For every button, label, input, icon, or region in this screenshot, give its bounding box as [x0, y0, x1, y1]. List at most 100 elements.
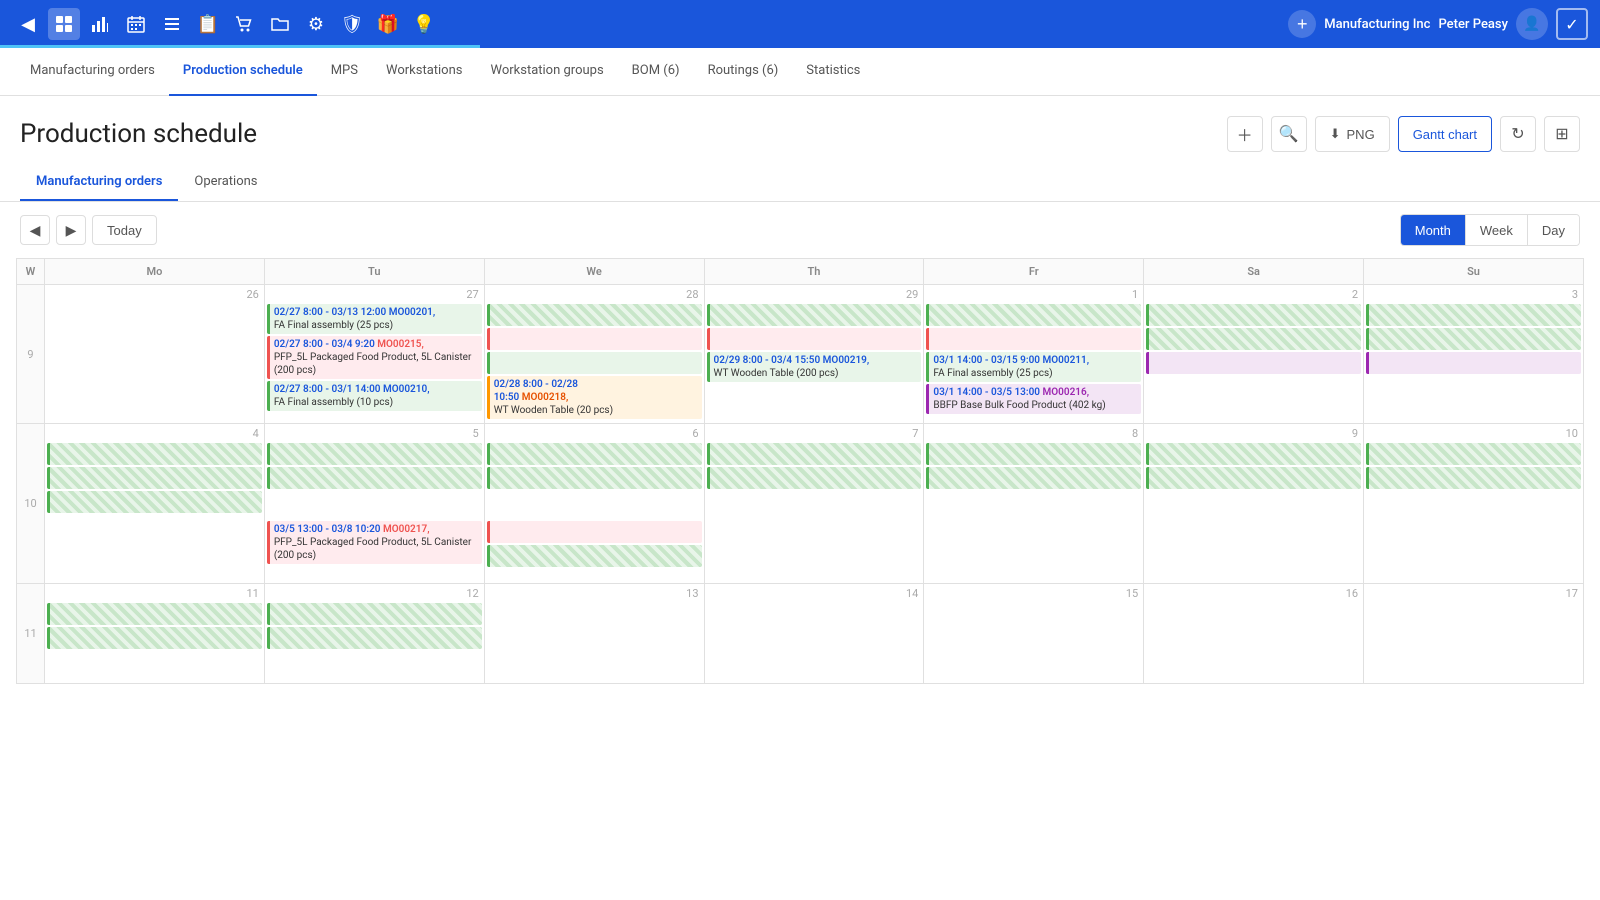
- event-mo00201-sun[interactable]: [1366, 304, 1581, 326]
- event-mo00219-w10-mo[interactable]: [47, 467, 262, 489]
- day-wed-13[interactable]: 13: [484, 584, 704, 684]
- secnav-statistics[interactable]: Statistics: [792, 48, 874, 96]
- book-icon[interactable]: 📋: [192, 8, 224, 40]
- prev-button[interactable]: ◀: [20, 215, 50, 245]
- shield-icon[interactable]: 🛡: [336, 8, 368, 40]
- day-sat-16[interactable]: 16: [1144, 584, 1364, 684]
- event-mo00219[interactable]: 02/29 8:00 - 03/4 15:50 MO00219, WT Wood…: [707, 352, 922, 382]
- day-tue-5[interactable]: 5 03/5 13:00 - 03/8 10:20 MO00217, PFP_5…: [264, 424, 484, 584]
- add-button[interactable]: +: [1288, 10, 1316, 38]
- secnav-workstations[interactable]: Workstations: [372, 48, 477, 96]
- event-mo00201-w11-mo[interactable]: [47, 603, 262, 625]
- event-mo00201-thu[interactable]: [707, 304, 922, 326]
- day-mon-26[interactable]: 26: [45, 285, 265, 424]
- avatar[interactable]: 👤: [1516, 8, 1548, 40]
- week-view-button[interactable]: Week: [1465, 215, 1527, 245]
- add-record-button[interactable]: ＋: [1227, 116, 1263, 152]
- home-icon[interactable]: [48, 8, 80, 40]
- event-mo00211-w10-th[interactable]: [707, 467, 922, 489]
- event-mo00211-w10-we[interactable]: [487, 467, 702, 489]
- refresh-button[interactable]: ↻: [1500, 116, 1536, 152]
- gantt-chart-button[interactable]: Gantt chart: [1398, 116, 1492, 152]
- day-thu-14[interactable]: 14: [704, 584, 924, 684]
- event-mo00201-w10-sa[interactable]: [1146, 443, 1361, 465]
- day-sat-9[interactable]: 9: [1144, 424, 1364, 584]
- event-mo00211-sat[interactable]: [1146, 328, 1361, 350]
- event-mo00201-cont[interactable]: [487, 304, 702, 326]
- cart-icon[interactable]: [228, 8, 260, 40]
- day-tue-12[interactable]: 12: [264, 584, 484, 684]
- event-mo00201-w11-tu[interactable]: [267, 603, 482, 625]
- event-mo00201-fri[interactable]: [926, 304, 1141, 326]
- tab-manufacturing-orders[interactable]: Manufacturing orders: [20, 164, 178, 201]
- export-png-button[interactable]: ⬇ PNG: [1315, 116, 1390, 152]
- event-mo00216-sun[interactable]: [1366, 352, 1581, 374]
- day-sun-17[interactable]: 17: [1364, 584, 1584, 684]
- event-mo00201-sat[interactable]: [1146, 304, 1361, 326]
- day-sun-3[interactable]: 3: [1364, 285, 1584, 424]
- day-mon-11[interactable]: 11: [45, 584, 265, 684]
- event-mo00211-w10-su[interactable]: [1366, 467, 1581, 489]
- event-mo00210[interactable]: 02/27 8:00 - 03/1 14:00 MO00210, FA Fina…: [267, 381, 482, 411]
- secnav-mps[interactable]: MPS: [317, 48, 372, 96]
- event-mo00201-w10-fr[interactable]: [926, 443, 1141, 465]
- secnav-workstation-groups[interactable]: Workstation groups: [476, 48, 617, 96]
- event-mo00217[interactable]: 03/5 13:00 - 03/8 10:20 MO00217, PFP_5L …: [267, 521, 482, 564]
- gift-icon[interactable]: 🎁: [372, 8, 404, 40]
- day-tue-27[interactable]: 27 02/27 8:00 - 03/13 12:00 MO00201, FA …: [264, 285, 484, 424]
- gear-icon[interactable]: ⚙: [300, 8, 332, 40]
- today-button[interactable]: Today: [92, 215, 157, 245]
- event-mo00201-w10-su[interactable]: [1366, 443, 1581, 465]
- event-mo00217-wed[interactable]: [487, 521, 702, 543]
- bulb-icon[interactable]: 💡: [408, 8, 440, 40]
- day-fri-8[interactable]: 8: [924, 424, 1144, 584]
- event-mo00211[interactable]: 03/1 14:00 - 03/15 9:00 MO00211, FA Fina…: [926, 352, 1141, 382]
- event-mo00215[interactable]: 02/27 8:00 - 03/4 9:20 MO00215, PFP_5L P…: [267, 336, 482, 379]
- event-mo00216[interactable]: 03/1 14:00 - 03/5 13:00 MO00216, BBFP Ba…: [926, 384, 1141, 414]
- event-mo00216-sat[interactable]: [1146, 352, 1361, 374]
- secnav-manufacturing-orders[interactable]: Manufacturing orders: [16, 48, 169, 96]
- day-sun-10[interactable]: 10: [1364, 424, 1584, 584]
- event-mo00201-w10-we[interactable]: [487, 443, 702, 465]
- secnav-bom[interactable]: BOM (6): [618, 48, 694, 96]
- secnav-routings[interactable]: Routings (6): [694, 48, 793, 96]
- event-mo00211-w11-tu[interactable]: [267, 627, 482, 649]
- search-button[interactable]: 🔍: [1271, 116, 1307, 152]
- event-mo00201-w10-mo[interactable]: [47, 443, 262, 465]
- day-wed-28[interactable]: 28 02/28 8:00 - 02/28 10:50 MO00218, WT …: [484, 285, 704, 424]
- event-mo00211-w10-tu[interactable]: [267, 467, 482, 489]
- day-thu-29[interactable]: 29 02/29 8:00 - 03/4 15:50 MO00219, WT W…: [704, 285, 924, 424]
- event-mo00211-w11-mo[interactable]: [47, 627, 262, 649]
- back-icon[interactable]: ◀: [12, 8, 44, 40]
- event-mo00218[interactable]: 02/28 8:00 - 02/28 10:50 MO00218, WT Woo…: [487, 376, 702, 419]
- day-thu-7[interactable]: 7: [704, 424, 924, 584]
- event-mo00215-wed[interactable]: [487, 328, 702, 350]
- event-mo00201-w10-tu[interactable]: [267, 443, 482, 465]
- list-icon[interactable]: [156, 8, 188, 40]
- day-mon-4[interactable]: 4: [45, 424, 265, 584]
- event-extra-w10-we[interactable]: [487, 545, 702, 567]
- chart-icon[interactable]: [84, 8, 116, 40]
- day-fri-15[interactable]: 15: [924, 584, 1144, 684]
- day-view-button[interactable]: Day: [1527, 215, 1579, 245]
- event-mo00201[interactable]: 02/27 8:00 - 03/13 12:00 MO00201, FA Fin…: [267, 304, 482, 334]
- folder-icon[interactable]: [264, 8, 296, 40]
- month-view-button[interactable]: Month: [1401, 215, 1465, 245]
- day-wed-6[interactable]: 6: [484, 424, 704, 584]
- event-mo00211-w10-sa[interactable]: [1146, 467, 1361, 489]
- secnav-production-schedule[interactable]: Production schedule: [169, 48, 317, 96]
- event-mo00211-w10-fr[interactable]: [926, 467, 1141, 489]
- event-mo00215-thu[interactable]: [707, 328, 922, 350]
- event-mo00201-w10-th[interactable]: [707, 443, 922, 465]
- day-fri-1[interactable]: 1 03/1 14:00 - 03/15 9:00 MO00211, FA Fi…: [924, 285, 1144, 424]
- tab-operations[interactable]: Operations: [178, 164, 273, 201]
- event-mo00211-sun[interactable]: [1366, 328, 1581, 350]
- grid-view-button[interactable]: ⊞: [1544, 116, 1580, 152]
- event-mo00210-wed[interactable]: [487, 352, 702, 374]
- next-button[interactable]: ▶: [56, 215, 86, 245]
- day-sat-2[interactable]: 2: [1144, 285, 1364, 424]
- event-mo00211-w10-mo[interactable]: [47, 491, 262, 513]
- calendar-icon[interactable]: [120, 8, 152, 40]
- check-icon[interactable]: ✓: [1556, 8, 1588, 40]
- event-mo00215-fri[interactable]: [926, 328, 1141, 350]
